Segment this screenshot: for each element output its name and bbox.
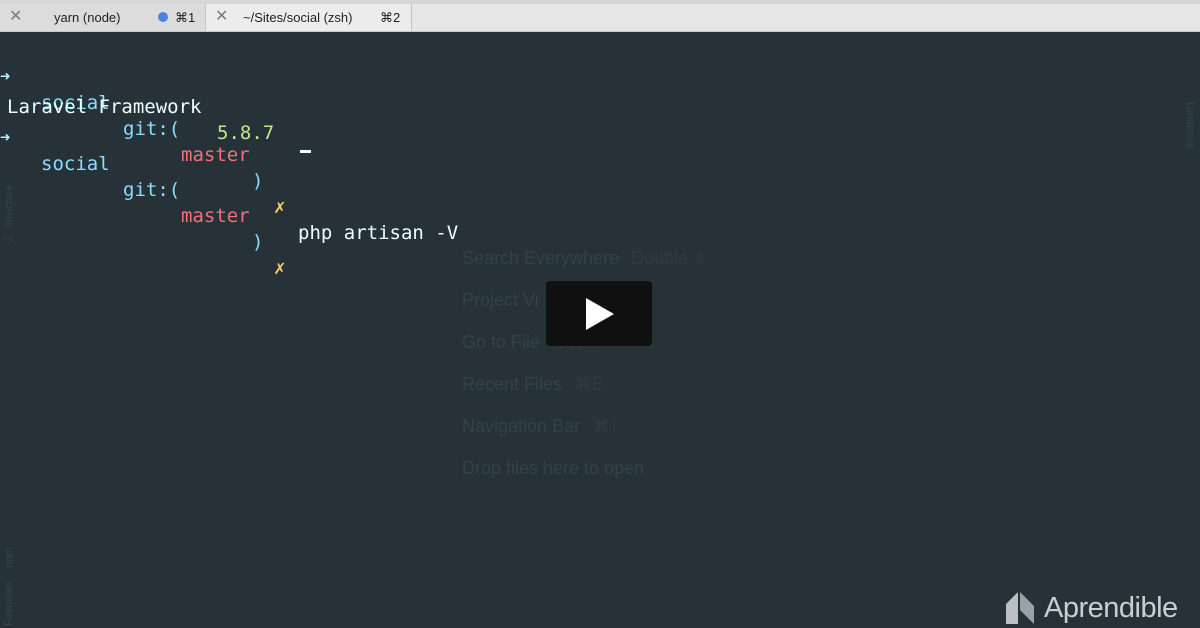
side-panel-npm[interactable]: npm <box>3 547 15 568</box>
prompt-arrow-icon: ➜ <box>0 128 11 148</box>
dirty-icon: ✗ <box>274 257 286 279</box>
play-icon <box>586 298 614 330</box>
git-label: git:( <box>123 179 181 201</box>
tab-title: ~/Sites/social (zsh) <box>243 10 353 25</box>
tab-title: yarn (node) <box>54 10 121 25</box>
git-close: ) <box>252 231 264 253</box>
hint-navigation-bar: Navigation Bar ⌘↑ <box>462 416 620 436</box>
hint-drop-files: Drop files here to open <box>462 458 645 478</box>
prompt-dir: social <box>41 153 110 175</box>
tab-zsh-social[interactable]: ✕ ~/Sites/social (zsh) ⌘2 <box>206 4 412 31</box>
dirty-icon: ✗ <box>274 196 286 218</box>
tab-yarn-node[interactable]: ✕ yarn (node) ⌘1 <box>0 4 206 31</box>
output-version: 5.8.7 <box>217 122 275 144</box>
tab-bar: ✕ yarn (node) ⌘1 ✕ ~/Sites/social (zsh) … <box>0 0 1200 32</box>
git-close: ) <box>252 170 264 192</box>
logo-icon <box>1006 592 1034 624</box>
close-icon[interactable]: ✕ <box>215 8 228 26</box>
tab-shortcut: ⌘1 <box>175 10 196 25</box>
hint-project-view: Project Vi <box>462 290 539 310</box>
brand-logo: Aprendible <box>1004 590 1178 626</box>
brand-name: Aprendible <box>1044 591 1178 624</box>
side-panel-structure[interactable]: Z: Structure <box>3 185 15 242</box>
play-button[interactable] <box>546 281 652 346</box>
close-icon[interactable]: ✕ <box>9 8 22 26</box>
hint-recent-files: Recent Files ⌘E <box>462 374 605 394</box>
hint-search-everywhere: Search Everywhere Double ⇧ <box>462 248 709 268</box>
terminal-line: ➜ social git:( master ) ✗ <box>0 99 285 279</box>
side-panel-favorites[interactable]: Favorites <box>3 581 15 626</box>
command-text: php artisan -V <box>298 222 459 244</box>
cursor <box>300 150 311 153</box>
terminal-line: ➜ social git:( master ) ✗ php artisan -V <box>0 38 458 244</box>
git-branch: master <box>181 205 250 227</box>
side-panel-database[interactable]: Database <box>1184 102 1196 149</box>
tab-shortcut: ⌘2 <box>380 10 401 25</box>
terminal-line: Laravel Framework 5.8.7 <box>0 68 274 144</box>
activity-dot-icon <box>158 12 168 22</box>
